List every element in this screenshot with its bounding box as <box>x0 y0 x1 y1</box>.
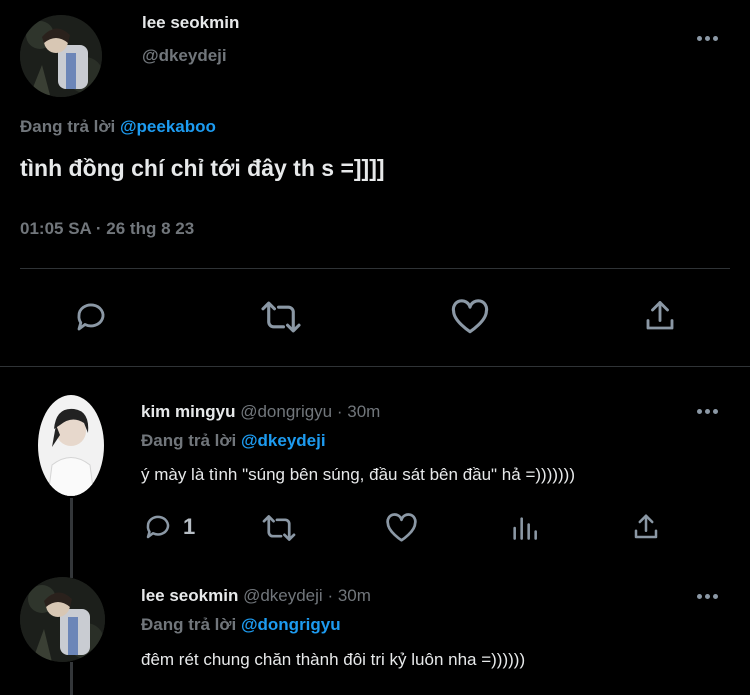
like-icon[interactable] <box>450 299 490 335</box>
divider <box>20 268 730 269</box>
divider <box>0 366 750 367</box>
reply-icon[interactable] <box>72 299 110 335</box>
replying-prefix: Đang trả lời <box>141 615 237 634</box>
display-name[interactable]: lee seokmin <box>141 586 238 605</box>
reply-time[interactable]: · 30m <box>337 402 380 421</box>
display-name[interactable]: lee seokmin <box>142 13 239 33</box>
replying-to-link[interactable]: @peekaboo <box>120 117 216 136</box>
replying-to-line: Đang trả lời @peekaboo <box>20 117 216 137</box>
reply-text: ý mày là tình "súng bên súng, đầu sát bê… <box>141 465 575 484</box>
retweet-icon[interactable] <box>261 513 297 543</box>
reply-header: kim mingyu @dongrigyu · 30m <box>141 402 380 422</box>
thread-connector-line <box>70 662 73 695</box>
retweet-icon[interactable] <box>259 299 303 335</box>
reply-count: 1 <box>183 514 196 539</box>
tweet-text: tình đồng chí chỉ tới đây th s =]]]] <box>20 155 385 181</box>
reply-text: đêm rét chung chăn thành đôi tri kỷ luôn… <box>141 650 526 669</box>
share-icon[interactable] <box>631 512 661 542</box>
handle[interactable]: @dongrigyu <box>240 402 332 421</box>
like-icon[interactable] <box>385 513 418 543</box>
replying-prefix: Đang trả lời <box>141 431 237 450</box>
avatar[interactable] <box>20 15 102 97</box>
avatar[interactable] <box>38 395 104 496</box>
replying-prefix: Đang trả lời <box>20 117 116 136</box>
reply-header: lee seokmin @dkeydeji · 30m <box>141 586 371 606</box>
more-options-icon[interactable] <box>697 594 718 599</box>
replying-to-link[interactable]: @dongrigyu <box>241 615 341 634</box>
handle[interactable]: @dkeydeji <box>142 46 227 66</box>
share-icon[interactable] <box>642 298 678 334</box>
thread-connector-line <box>70 498 73 578</box>
handle[interactable]: @dkeydeji <box>243 586 323 605</box>
replying-to-line: Đang trả lời @dkeydeji <box>141 431 326 451</box>
tweet-timestamp[interactable]: 01:05 SA · 26 thg 8 23 <box>20 219 194 239</box>
replying-to-link[interactable]: @dkeydeji <box>241 431 326 450</box>
more-options-icon[interactable] <box>697 409 718 414</box>
reply-time[interactable]: · 30m <box>327 586 370 605</box>
analytics-icon[interactable] <box>510 513 538 543</box>
avatar[interactable] <box>20 577 105 662</box>
more-options-icon[interactable] <box>697 36 718 41</box>
replying-to-line: Đang trả lời @dongrigyu <box>141 615 341 635</box>
display-name[interactable]: kim mingyu <box>141 402 235 421</box>
reply-icon[interactable] <box>143 512 173 542</box>
